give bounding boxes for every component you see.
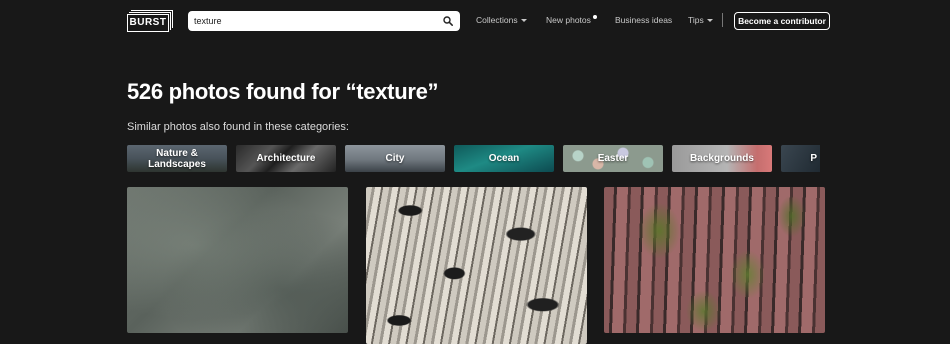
category-label: Ocean [488, 153, 520, 164]
logo-text: BURST [127, 14, 169, 32]
categories-subtitle: Similar photos also found in these categ… [127, 121, 349, 133]
category-partial[interactable]: P [781, 145, 820, 172]
category-easter[interactable]: Easter [563, 145, 663, 172]
category-label: Easter [597, 153, 629, 164]
nav-new-photos-label: New photos [546, 15, 591, 25]
photo-pine-bark-moss[interactable] [604, 187, 825, 333]
nav-business-ideas[interactable]: Business ideas [615, 15, 672, 25]
become-contributor-button[interactable]: Become a contributor [734, 12, 830, 30]
category-backgrounds[interactable]: Backgrounds [672, 145, 772, 172]
category-ocean[interactable]: Ocean [454, 145, 554, 172]
category-label: P [810, 153, 817, 164]
category-label: Nature & Landscapes [148, 147, 206, 170]
category-nature-landscapes[interactable]: Nature & Landscapes [127, 145, 227, 172]
burst-logo[interactable]: BURST [127, 10, 173, 32]
category-strip: Nature & Landscapes Architecture City Oc… [127, 145, 820, 172]
nav-collections-label: Collections [476, 15, 518, 25]
search-bar [188, 11, 460, 31]
category-label: Backgrounds [690, 153, 754, 164]
search-input[interactable] [194, 11, 434, 31]
nav-tips-label: Tips [688, 15, 704, 25]
category-architecture[interactable]: Architecture [236, 145, 336, 172]
category-label: Architecture [256, 153, 316, 164]
category-label: City [385, 153, 405, 164]
chevron-down-icon [520, 19, 527, 23]
nav-new-photos[interactable]: New photos [546, 15, 591, 25]
photo-stone-texture[interactable] [127, 187, 348, 333]
category-city[interactable]: City [345, 145, 445, 172]
search-icon[interactable] [443, 16, 453, 26]
photo-birch-bark[interactable] [366, 187, 587, 344]
nav-business-ideas-label: Business ideas [615, 15, 673, 25]
nav-collections[interactable]: Collections [476, 15, 527, 25]
chevron-down-icon [706, 19, 713, 23]
new-indicator-dot [593, 15, 597, 19]
nav-divider [722, 13, 723, 27]
page-title: 526 photos found for “texture” [127, 79, 439, 104]
nav-tips[interactable]: Tips [688, 15, 713, 25]
